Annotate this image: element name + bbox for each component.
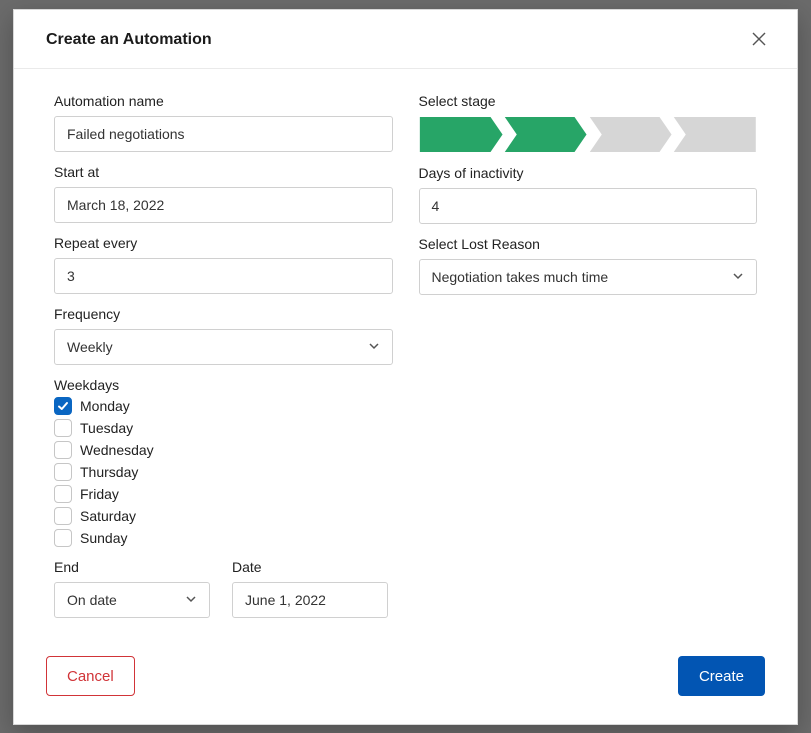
close-button[interactable] <box>745 26 773 54</box>
lost-reason-label: Select Lost Reason <box>419 236 758 252</box>
stage-segment-2[interactable] <box>503 116 588 153</box>
weekday-label: Tuesday <box>80 420 133 436</box>
weekday-monday[interactable]: Monday <box>54 395 393 417</box>
weekdays-label: Weekdays <box>54 377 393 393</box>
automation-name-input[interactable]: Failed negotiations <box>54 116 393 152</box>
weekday-label: Friday <box>80 486 119 502</box>
start-at-label: Start at <box>54 164 393 180</box>
start-at-value: March 18, 2022 <box>67 197 164 213</box>
weekday-thursday[interactable]: Thursday <box>54 461 393 483</box>
checkbox-icon <box>54 419 72 437</box>
repeat-every-label: Repeat every <box>54 235 393 251</box>
stage-progress-bar[interactable] <box>419 116 758 153</box>
right-column: Select stage Days of inactivity 4 Select… <box>419 93 758 634</box>
weekday-label: Thursday <box>80 464 138 480</box>
weekday-tuesday[interactable]: Tuesday <box>54 417 393 439</box>
lost-reason-value: Negotiation takes much time <box>432 269 609 285</box>
end-date-input[interactable]: June 1, 2022 <box>232 582 388 618</box>
inactivity-label: Days of inactivity <box>419 165 758 181</box>
end-date-label: Date <box>232 559 388 575</box>
checkbox-icon <box>54 529 72 547</box>
end-date-value: June 1, 2022 <box>245 592 326 608</box>
weekday-label: Monday <box>80 398 130 414</box>
weekday-label: Wednesday <box>80 442 154 458</box>
select-stage-label: Select stage <box>419 93 758 109</box>
end-row: End On date Date June 1, 2022 <box>54 559 393 618</box>
lost-reason-select[interactable]: Negotiation takes much time <box>419 259 758 295</box>
chevron-down-icon <box>185 592 197 608</box>
end-value: On date <box>67 592 117 608</box>
weekday-label: Saturday <box>80 508 136 524</box>
checkbox-icon <box>54 463 72 481</box>
weekday-friday[interactable]: Friday <box>54 483 393 505</box>
modal-header: Create an Automation <box>14 10 797 69</box>
end-label: End <box>54 559 210 575</box>
create-button[interactable]: Create <box>678 656 765 696</box>
stage-segment-4[interactable] <box>672 116 757 153</box>
checkbox-icon <box>54 441 72 459</box>
inactivity-input[interactable]: 4 <box>419 188 758 224</box>
modal-title: Create an Automation <box>46 31 212 49</box>
automation-name-value: Failed negotiations <box>67 126 185 142</box>
chevron-down-icon <box>368 339 380 355</box>
automation-name-label: Automation name <box>54 93 393 109</box>
end-column: End On date <box>54 559 210 618</box>
create-automation-modal: Create an Automation Automation name Fai… <box>13 9 798 725</box>
frequency-select[interactable]: Weekly <box>54 329 393 365</box>
close-icon <box>752 32 766 49</box>
cancel-button[interactable]: Cancel <box>46 656 135 696</box>
checkbox-icon <box>54 485 72 503</box>
stage-segment-3[interactable] <box>588 116 673 153</box>
frequency-value: Weekly <box>67 339 113 355</box>
weekday-sunday[interactable]: Sunday <box>54 527 393 549</box>
inactivity-value: 4 <box>432 198 440 214</box>
weekdays-group: Monday Tuesday Wednesday Thursday Friday Satu… <box>54 395 393 549</box>
checkbox-icon <box>54 507 72 525</box>
checkbox-icon <box>54 397 72 415</box>
start-at-input[interactable]: March 18, 2022 <box>54 187 393 223</box>
modal-footer: Cancel Create <box>14 634 797 724</box>
chevron-down-icon <box>732 269 744 285</box>
frequency-label: Frequency <box>54 306 393 322</box>
date-column: Date June 1, 2022 <box>232 559 388 618</box>
repeat-every-value: 3 <box>67 268 75 284</box>
weekday-saturday[interactable]: Saturday <box>54 505 393 527</box>
stage-segment-1[interactable] <box>419 116 504 153</box>
weekday-wednesday[interactable]: Wednesday <box>54 439 393 461</box>
weekday-label: Sunday <box>80 530 127 546</box>
end-select[interactable]: On date <box>54 582 210 618</box>
repeat-every-input[interactable]: 3 <box>54 258 393 294</box>
left-column: Automation name Failed negotiations Star… <box>54 93 393 634</box>
modal-body: Automation name Failed negotiations Star… <box>14 69 797 634</box>
